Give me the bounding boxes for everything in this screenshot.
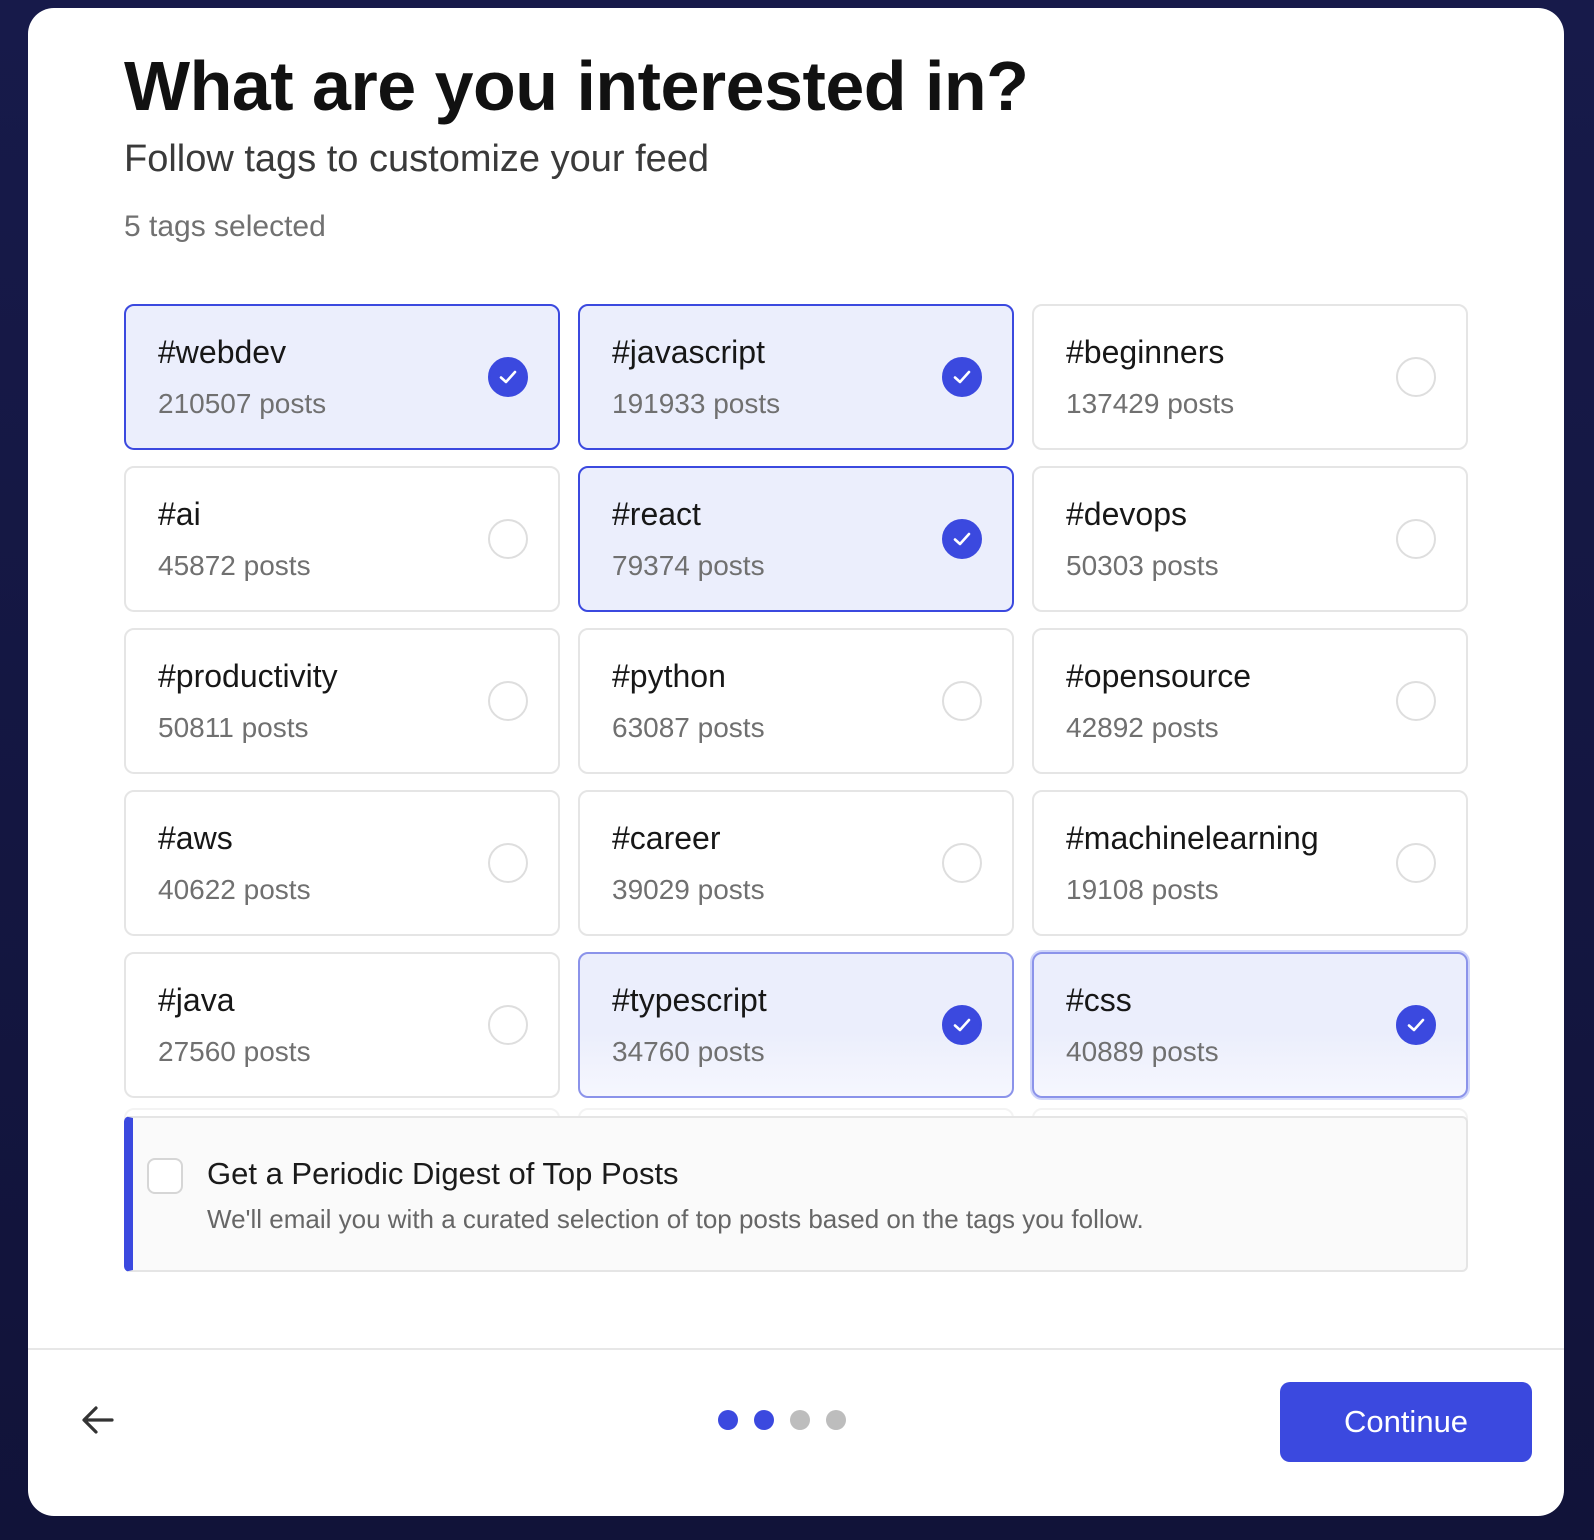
tag-post-count: 79374 posts	[612, 550, 765, 581]
tag-card-python[interactable]: #python 63087 posts	[578, 628, 1014, 774]
step-dot	[790, 1410, 810, 1430]
checkmark-icon	[488, 357, 528, 397]
tag-name: #css	[1066, 982, 1132, 1018]
tag-card-aws[interactable]: #aws 40622 posts	[124, 790, 560, 936]
tag-name: #javascript	[612, 334, 765, 370]
tag-card-javascript[interactable]: #javascript 191933 posts	[578, 304, 1014, 450]
modal-footer: Continue	[28, 1348, 1564, 1516]
tag-post-count: 39029 posts	[612, 874, 765, 905]
tag-post-count: 42892 posts	[1066, 712, 1219, 743]
tag-name: #typescript	[612, 982, 767, 1018]
arrow-left-icon	[82, 1406, 114, 1434]
tag-post-count: 19108 posts	[1066, 874, 1219, 905]
digest-description: We'll email you with a curated selection…	[207, 1204, 1144, 1234]
tag-grid: #webdev 210507 posts #javascript 191933 …	[124, 304, 1468, 1098]
tag-card-beginners[interactable]: #beginners 137429 posts	[1032, 304, 1468, 450]
tag-card-productivity[interactable]: #productivity 50811 posts	[124, 628, 560, 774]
tag-card-java[interactable]: #java 27560 posts	[124, 952, 560, 1098]
tag-name: #career	[612, 820, 721, 856]
checkmark-icon	[1396, 843, 1436, 883]
tag-name: #machinelearning	[1066, 820, 1319, 856]
checkmark-icon	[1396, 519, 1436, 559]
digest-checkbox[interactable]	[147, 1158, 183, 1194]
tag-card-opensource[interactable]: #opensource 42892 posts	[1032, 628, 1468, 774]
tag-post-count: 63087 posts	[612, 712, 765, 743]
checkmark-icon	[1396, 681, 1436, 721]
tag-card-ai[interactable]: #ai 45872 posts	[124, 466, 560, 612]
tag-card-css[interactable]: #css 40889 posts	[1032, 952, 1468, 1098]
tag-card-webdev[interactable]: #webdev 210507 posts	[124, 304, 560, 450]
tag-card-typescript[interactable]: #typescript 34760 posts	[578, 952, 1014, 1098]
tag-name: #java	[158, 982, 235, 1018]
tag-name: #devops	[1066, 496, 1187, 532]
continue-button[interactable]: Continue	[1280, 1382, 1532, 1462]
step-indicator	[718, 1410, 846, 1430]
checkmark-icon	[942, 357, 982, 397]
page-title: What are you interested in?	[124, 47, 1029, 125]
tag-card-react[interactable]: #react 79374 posts	[578, 466, 1014, 612]
tag-name: #python	[612, 658, 726, 694]
back-button[interactable]	[76, 1398, 120, 1442]
tag-card-career[interactable]: #career 39029 posts	[578, 790, 1014, 936]
tag-name: #productivity	[158, 658, 338, 694]
checkmark-icon	[942, 1005, 982, 1045]
tag-post-count: 137429 posts	[1066, 388, 1235, 419]
checkmark-icon	[942, 519, 982, 559]
tag-post-count: 27560 posts	[158, 1036, 311, 1067]
tag-post-count: 45872 posts	[158, 550, 311, 581]
tag-post-count: 191933 posts	[612, 388, 781, 419]
digest-title: Get a Periodic Digest of Top Posts	[207, 1156, 679, 1191]
step-dot	[754, 1410, 774, 1430]
tag-card-machinelearning[interactable]: #machinelearning 19108 posts	[1032, 790, 1468, 936]
checkmark-icon	[942, 843, 982, 883]
selected-count: 5 tags selected	[124, 210, 326, 243]
tag-post-count: 40889 posts	[1066, 1036, 1219, 1067]
tag-card-devops[interactable]: #devops 50303 posts	[1032, 466, 1468, 612]
step-dot	[718, 1410, 738, 1430]
tag-name: #react	[612, 496, 701, 532]
tag-name: #opensource	[1066, 658, 1252, 694]
tag-post-count: 40622 posts	[158, 874, 311, 905]
checkmark-icon	[1396, 357, 1436, 397]
checkmark-icon	[1396, 1005, 1436, 1045]
tag-post-count: 50303 posts	[1066, 550, 1219, 581]
tag-name: #ai	[158, 496, 201, 532]
digest-option[interactable]: Get a Periodic Digest of Top Posts We'll…	[124, 1116, 1468, 1272]
step-dot	[826, 1410, 846, 1430]
checkmark-icon	[488, 843, 528, 883]
checkmark-icon	[942, 681, 982, 721]
checkmark-icon	[488, 1005, 528, 1045]
tag-post-count: 34760 posts	[612, 1036, 765, 1067]
checkmark-icon	[488, 681, 528, 721]
onboarding-modal: What are you interested in? Follow tags …	[28, 8, 1564, 1516]
page-subtitle: Follow tags to customize your feed	[124, 138, 710, 180]
tag-name: #beginners	[1066, 334, 1225, 370]
tag-name: #webdev	[158, 334, 287, 370]
tag-post-count: 50811 posts	[158, 712, 309, 743]
tag-name: #aws	[158, 820, 233, 856]
tag-post-count: 210507 posts	[158, 388, 327, 419]
checkmark-icon	[488, 519, 528, 559]
